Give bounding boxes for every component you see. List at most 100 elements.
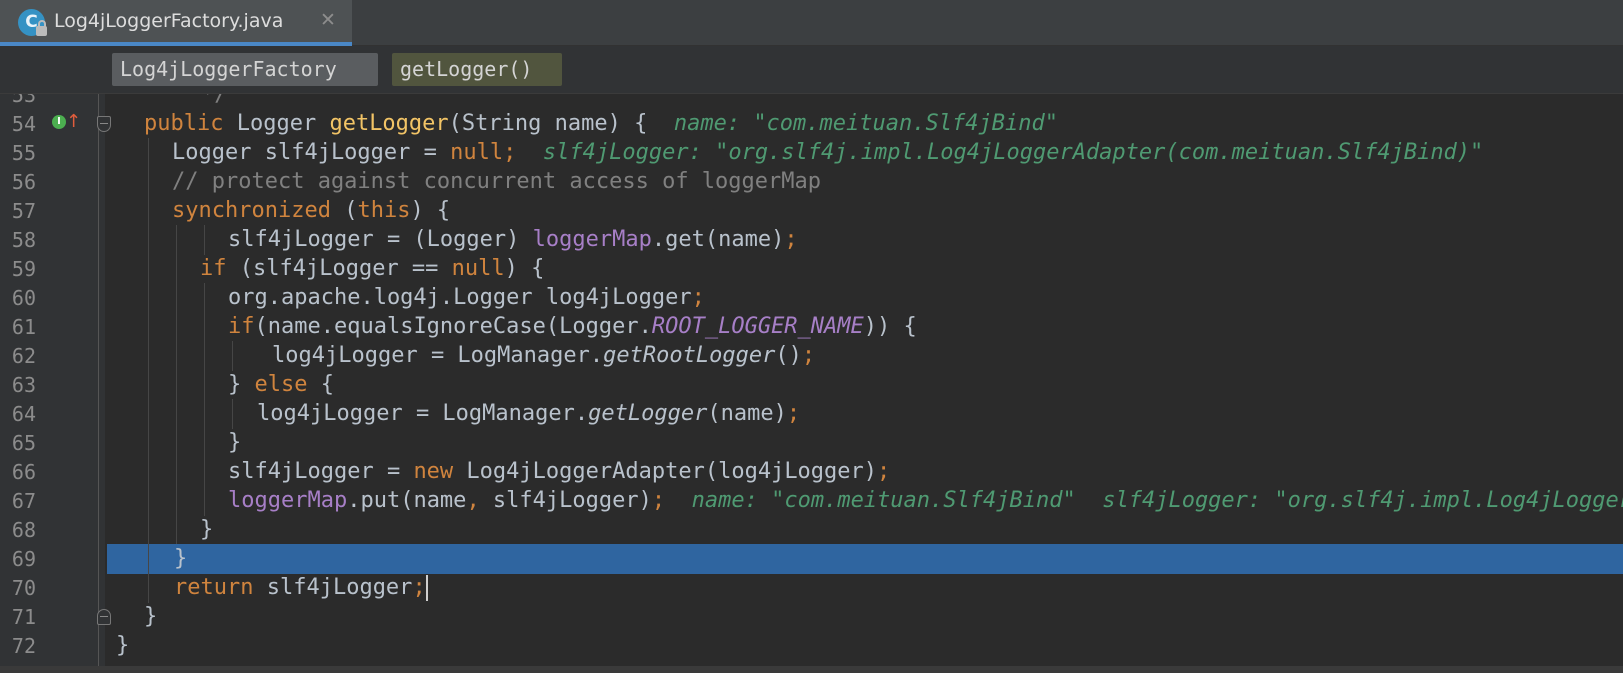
tab-title: Log4jLoggerFactory.java [54,10,284,32]
code-token: public [144,111,224,136]
fold-toggle-icon[interactable] [97,116,111,132]
line-number: 53 [11,94,36,107]
code-text: public Logger getLogger(String name) { n… [144,109,1058,139]
code-text: */ [148,94,228,110]
code-token: } [174,546,188,571]
code-line[interactable]: 68} [0,515,1623,545]
indent-guide [176,312,177,342]
code-token: ( [330,198,358,223]
code-line[interactable]: 56 // protect against concurrent access o… [0,167,1623,197]
line-number: 56 [11,170,36,194]
indent-guide [176,254,177,284]
code-text: slf4jLogger = (Logger) loggerMap.get(nam… [228,225,798,255]
indent-guide [204,428,205,458]
indent-guide [232,341,233,371]
code-token: } [200,517,214,542]
code-line[interactable]: 63} else { [0,370,1623,400]
fold-minus-icon [100,123,108,124]
code-token: (slf4jLogger == [226,256,452,281]
inline-debug-value: name: "com.meituan.Slf4jBind" [673,111,1058,136]
line-number: 66 [11,460,36,484]
code-line[interactable]: 53 */ [0,94,1623,110]
fold-minus-icon [100,616,108,617]
indent-guide [176,457,177,487]
code-line[interactable]: 59 if (slf4jLogger == null) { [0,254,1623,284]
code-token: if [228,314,255,339]
text-caret [425,575,428,601]
indent-guide [176,283,177,313]
code-token: slf4jLogger = [228,459,414,484]
code-token: return [174,575,254,600]
line-number: 58 [11,228,36,252]
code-token: loggerMap [228,488,348,513]
code-line[interactable]: 71} [0,602,1623,632]
code-token: ) { [410,198,451,223]
code-token: (name.equalsIgnoreCase(Logger. [254,314,652,339]
code-line[interactable]: 67 loggerMap.put(name, slf4jLogger); name… [0,486,1623,516]
code-token: synchronized [172,198,331,223]
code-text: loggerMap.put(name, slf4jLogger); name: … [228,486,1623,516]
indent-guide [204,341,205,371]
close-icon[interactable]: ✕ [320,9,336,31]
code-line[interactable]: 65} [0,428,1623,458]
code-token: org.apache.log4j.Logger log4jLogger [228,285,692,310]
line-number: 72 [11,634,36,658]
code-text: Logger slf4jLogger = null; slf4jLogger: … [172,138,1483,168]
code-line[interactable]: 69} [0,544,1623,574]
code-line[interactable]: 62 log4jLogger = LogManager.getRootLogger… [0,341,1623,371]
code-token: )) { [863,314,917,339]
code-token: } [228,372,255,397]
indent-guide [148,428,149,458]
code-text: } [174,544,187,574]
code-token: ) { [504,256,545,281]
code-token: getLogger [329,111,449,136]
code-token: else [254,372,308,397]
code-line[interactable]: 57 synchronized (this) { [0,196,1623,226]
line-number: 63 [11,373,36,397]
code-token: Logger [223,111,330,136]
line-number: 54 [11,112,36,136]
code-text: log4jLogger = LogManager.getLogger(name)… [257,399,800,429]
code-text: org.apache.log4j.Logger log4jLogger; [228,283,705,313]
code-line[interactable]: 66 slf4jLogger = new Log4jLoggerAdapter(l… [0,457,1623,487]
line-number: 55 [11,141,36,165]
code-line[interactable]: 54 I ↑ public Logger getLogger(String name)… [0,109,1623,139]
code-token: () [775,343,802,368]
code-line[interactable]: 61 if(name.equalsIgnoreCase(Logger.ROOT_L… [0,312,1623,342]
code-token: (String name) { [448,111,674,136]
code-token: this [357,198,411,223]
code-token: ; [877,459,891,484]
indent-guide [204,399,205,429]
code-line[interactable]: 55 Logger slf4jLogger = null; slf4jLogger… [0,138,1623,168]
override-arrow-icon[interactable]: ↑ [66,111,81,132]
line-number: 65 [11,431,36,455]
code-text: // protect against concurrent access of … [172,167,821,197]
code-line[interactable]: 70 return slf4jLogger; [0,573,1623,603]
code-line[interactable]: 58 slf4jLogger = (Logger) loggerMap.get(n… [0,225,1623,255]
code-line[interactable]: 72} [0,631,1623,661]
current-line-highlight [107,544,1623,574]
indent-guide [148,196,149,226]
code-line[interactable]: 60 org.apache.log4j.Logger log4jLogger; [0,283,1623,313]
breadcrumb-class[interactable]: Log4jLoggerFactory [112,53,378,86]
indent-guide [176,225,177,255]
code-token: } [144,604,158,629]
lock-icon [36,20,47,36]
code-line[interactable]: 64 log4jLogger = LogManager.getLogger(nam… [0,399,1623,429]
code-token: ROOT_LOGGER_NAME [651,314,864,339]
implements-marker-icon[interactable]: I [52,115,66,129]
code-token: ; [503,140,517,165]
code-comment: */ [148,94,228,107]
code-token: ; [784,227,798,252]
indent-guide [148,486,149,516]
fold-toggle-icon[interactable] [97,609,111,625]
code-editor[interactable]: 53 */ 54 I ↑ public Logger getLogger(String … [0,94,1623,673]
horizontal-scrollbar[interactable] [0,666,1623,673]
breadcrumb-method[interactable]: getLogger() [392,53,562,86]
code-token: .put(name [347,488,467,513]
file-tab[interactable]: C Log4jLoggerFactory.java ✕ [0,0,352,46]
code-token: slf4jLogger) [479,488,652,513]
code-text: } [144,602,157,632]
indent-guide [148,341,149,371]
indent-guide [148,399,149,429]
